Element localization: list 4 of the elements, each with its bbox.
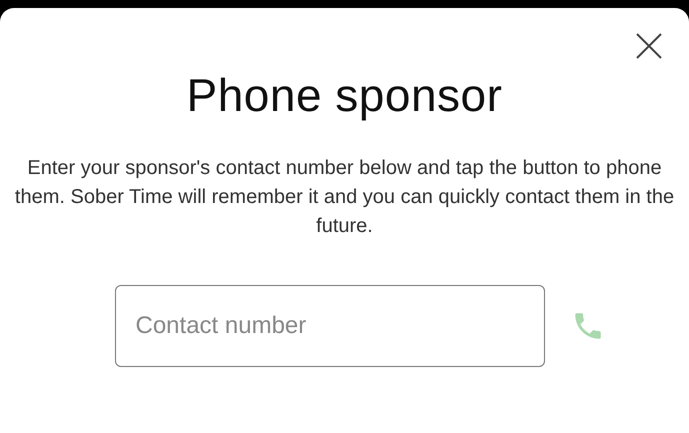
dialog-description: Enter your sponsor's contact number below and tap the button to phone them. Sober Time will remember it and you can quickly contact them in the future. <box>14 156 676 239</box>
contact-number-field[interactable]: Contact number <box>114 285 544 367</box>
close-icon[interactable] <box>635 32 663 60</box>
dialog-title: Phone sponsor <box>186 68 502 122</box>
